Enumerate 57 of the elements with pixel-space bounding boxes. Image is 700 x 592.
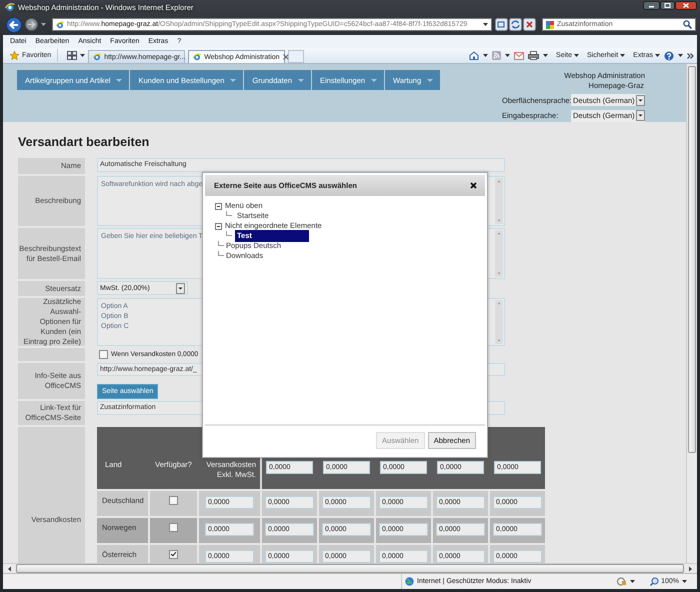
caret-icon[interactable] xyxy=(543,54,548,57)
caret-icon[interactable] xyxy=(630,580,636,583)
dropdown-icon xyxy=(636,110,645,122)
caret-icon xyxy=(427,78,434,82)
caret-icon xyxy=(298,78,304,82)
stop-icon[interactable] xyxy=(523,18,536,31)
dropdown-icon xyxy=(636,94,645,106)
caret-icon[interactable] xyxy=(678,54,683,57)
caret-icon[interactable] xyxy=(505,54,510,57)
help-icon[interactable] xyxy=(664,50,674,60)
caret-icon[interactable] xyxy=(483,54,488,57)
minimize-button[interactable] xyxy=(643,1,660,10)
scrollbar[interactable] xyxy=(495,300,503,344)
search-icon[interactable] xyxy=(683,20,692,29)
collapse-toggle[interactable] xyxy=(215,222,222,230)
caret-icon xyxy=(620,54,626,57)
checkbox[interactable] xyxy=(169,550,178,559)
tab-list-caret-icon[interactable] xyxy=(80,54,86,57)
scroll-left-icon[interactable] xyxy=(7,566,12,572)
caret-icon xyxy=(230,78,236,82)
scrollbar[interactable] xyxy=(495,230,503,277)
mail-icon[interactable] xyxy=(514,52,524,60)
checkbox[interactable] xyxy=(169,496,178,505)
search-provider-icon xyxy=(546,20,554,28)
refresh-icon[interactable] xyxy=(509,18,522,31)
page-icon xyxy=(193,53,202,61)
magnifier-icon xyxy=(650,577,660,586)
caret-icon xyxy=(116,78,122,82)
page-icon xyxy=(56,20,64,28)
home-icon[interactable] xyxy=(469,51,480,60)
dropdown-icon xyxy=(176,282,185,294)
maximize-button[interactable] xyxy=(660,1,675,10)
back-button[interactable] xyxy=(6,16,22,32)
globe-icon xyxy=(405,577,414,586)
quick-tabs-icon[interactable] xyxy=(67,51,78,60)
caret-icon xyxy=(371,78,378,82)
forward-button[interactable] xyxy=(25,18,38,31)
printer-icon[interactable] xyxy=(528,51,540,60)
scrollbar[interactable] xyxy=(495,178,503,224)
close-icon[interactable] xyxy=(470,182,477,189)
horizontal-scrollbar[interactable] xyxy=(3,563,697,573)
scroll-right-icon[interactable] xyxy=(688,566,693,572)
page-title: Versandart bearbeiten xyxy=(18,134,150,150)
star-icon xyxy=(10,51,19,60)
checkbox[interactable] xyxy=(169,523,178,532)
caret-icon[interactable] xyxy=(682,580,687,583)
caret-icon xyxy=(574,54,580,57)
dropdown-caret-icon[interactable] xyxy=(41,23,46,26)
browser-logo-icon xyxy=(5,2,15,12)
vertical-scrollbar[interactable] xyxy=(686,64,697,563)
collapse-toggle[interactable] xyxy=(215,202,222,210)
checkbox[interactable] xyxy=(99,350,108,359)
page-icon xyxy=(93,53,102,61)
chevron-icon[interactable] xyxy=(687,52,694,58)
address-dropdown-icon[interactable] xyxy=(483,23,488,26)
close-button[interactable] xyxy=(675,1,697,10)
caret-icon xyxy=(655,54,660,57)
